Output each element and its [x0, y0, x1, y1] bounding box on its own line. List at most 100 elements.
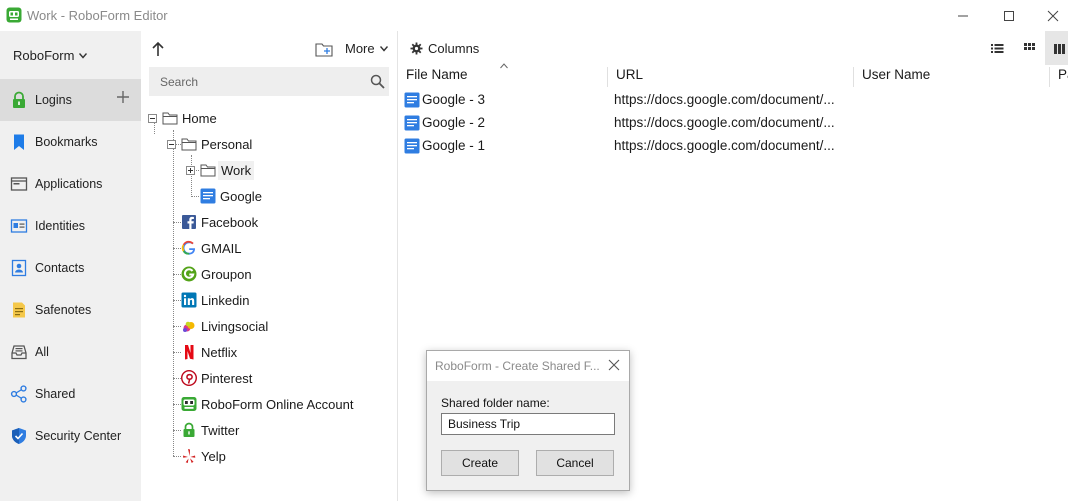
- title-bar: Work - RoboForm Editor: [0, 0, 1068, 31]
- folder-icon: [162, 112, 178, 125]
- identity-card-icon: [10, 219, 28, 233]
- lock-icon: [13, 91, 25, 108]
- tree-line: [173, 378, 181, 379]
- row-url: https://docs.google.com/document/...: [614, 92, 835, 107]
- tree-node-roboform-online-account[interactable]: RoboForm Online Account: [181, 393, 353, 415]
- sidebar-item-all[interactable]: All: [0, 331, 141, 373]
- chevron-down-icon: [79, 52, 88, 59]
- up-arrow-icon[interactable]: [151, 41, 165, 57]
- tree-node-google[interactable]: Google: [200, 185, 262, 207]
- column-header-password[interactable]: Pa: [1049, 67, 1068, 87]
- sidebar-item-applications[interactable]: Applications: [0, 163, 141, 205]
- sidebar-item-label: Safenotes: [35, 303, 92, 317]
- collapse-toggle[interactable]: [167, 140, 176, 149]
- more-label: More: [345, 41, 375, 56]
- note-icon: [13, 302, 25, 318]
- search-icon[interactable]: [370, 74, 385, 89]
- tree-line: [173, 404, 181, 405]
- tree-node-groupon[interactable]: Groupon: [181, 263, 252, 285]
- sidebar-item-safenotes[interactable]: Safenotes: [0, 289, 141, 331]
- sidebar-item-logins[interactable]: Logins: [0, 79, 141, 121]
- window-title: Work - RoboForm Editor: [27, 8, 168, 23]
- dialog-title: RoboForm - Create Shared F...: [435, 359, 600, 373]
- new-folder-icon[interactable]: [315, 41, 333, 57]
- tree-line: [191, 155, 192, 197]
- tree-node-twitter[interactable]: Twitter: [181, 419, 239, 441]
- search-box: [149, 67, 389, 96]
- sidebar-item-bookmarks[interactable]: Bookmarks: [0, 121, 141, 163]
- add-login-icon[interactable]: [116, 90, 130, 104]
- table-row[interactable]: Google - 1 https://docs.google.com/docum…: [398, 135, 858, 158]
- sidebar-item-contacts[interactable]: Contacts: [0, 247, 141, 289]
- tree-line: [173, 130, 174, 456]
- shield-icon: [12, 428, 26, 444]
- create-button[interactable]: Create: [441, 450, 519, 476]
- cancel-button[interactable]: Cancel: [536, 450, 614, 476]
- expand-toggle[interactable]: [186, 166, 195, 175]
- tree-line: [173, 248, 181, 249]
- tree-line: [173, 456, 181, 457]
- sidebar: RoboForm Logins Bookmarks Applications I…: [0, 31, 141, 501]
- columns-button[interactable]: Columns: [410, 41, 479, 56]
- sidebar-item-label: Identities: [35, 219, 86, 233]
- column-header-url[interactable]: URL: [607, 67, 854, 87]
- list-view-icon[interactable]: [988, 39, 1006, 57]
- sidebar-item-label: All: [35, 345, 49, 359]
- lock-icon: [183, 422, 195, 437]
- sidebar-item-label: Applications: [35, 177, 103, 191]
- bookmark-icon: [14, 134, 24, 150]
- sidebar-item-shared[interactable]: Shared: [0, 373, 141, 415]
- tree-node-home[interactable]: Home: [162, 107, 217, 129]
- tree-node-gmail[interactable]: GMAIL: [181, 237, 241, 259]
- livingsocial-icon: [183, 321, 195, 332]
- column-header-user-name[interactable]: User Name: [853, 67, 1049, 87]
- roboform-app-icon: [6, 7, 22, 23]
- table-row[interactable]: Google - 3 https://docs.google.com/docum…: [398, 89, 858, 112]
- folder-tree-pane: More Home Personal Work Google Facebo: [141, 31, 398, 501]
- tree-node-livingsocial[interactable]: Livingsocial: [181, 315, 268, 337]
- tree-node-facebook[interactable]: Facebook: [181, 211, 258, 233]
- share-icon: [10, 385, 27, 403]
- collapse-toggle[interactable]: [148, 114, 157, 123]
- brand-menu-button[interactable]: RoboForm: [13, 48, 88, 63]
- close-window-button[interactable]: [1030, 0, 1068, 31]
- maximize-button[interactable]: [986, 0, 1032, 31]
- tree-line: [173, 300, 181, 301]
- gear-icon: [410, 42, 423, 55]
- column-header-file-name[interactable]: File Name: [398, 67, 607, 87]
- table-row[interactable]: Google - 2 https://docs.google.com/docum…: [398, 112, 858, 135]
- tree-line: [173, 430, 181, 431]
- chevron-down-icon: [379, 45, 388, 52]
- tree-node-yelp[interactable]: Yelp: [181, 445, 226, 467]
- grid-view-icon[interactable]: [1020, 39, 1038, 57]
- sidebar-item-security-center[interactable]: Security Center: [0, 415, 141, 457]
- sidebar-item-label: Contacts: [35, 261, 85, 275]
- tree-line: [191, 196, 199, 197]
- contact-card-icon: [11, 259, 27, 277]
- more-menu-button[interactable]: More: [345, 41, 388, 56]
- shared-folder-name-input[interactable]: [441, 413, 615, 435]
- netflix-icon: [185, 345, 194, 360]
- details-view-button[interactable]: [1045, 31, 1068, 65]
- linkedin-icon: [181, 292, 197, 308]
- pinterest-icon: [181, 370, 197, 386]
- sidebar-item-label: Bookmarks: [35, 135, 98, 149]
- sidebar-item-identities[interactable]: Identities: [0, 205, 141, 247]
- tree-node-work[interactable]: Work: [200, 159, 255, 181]
- create-shared-folder-dialog: RoboForm - Create Shared F... Shared fol…: [426, 350, 630, 491]
- tree-node-linkedin[interactable]: Linkedin: [181, 289, 249, 311]
- groupon-icon: [181, 266, 197, 282]
- folder-icon: [200, 164, 216, 177]
- document-icon: [404, 92, 420, 108]
- tree-node-pinterest[interactable]: Pinterest: [181, 367, 252, 389]
- row-url: https://docs.google.com/document/...: [614, 138, 835, 153]
- tree-line: [154, 123, 155, 134]
- minimize-button[interactable]: [940, 0, 986, 31]
- roboform-icon: [181, 397, 197, 411]
- document-icon: [200, 188, 216, 204]
- tree-node-personal[interactable]: Personal: [181, 133, 252, 155]
- close-icon[interactable]: [607, 358, 621, 372]
- inbox-icon: [11, 345, 27, 360]
- search-input[interactable]: [149, 67, 389, 96]
- tree-node-netflix[interactable]: Netflix: [181, 341, 237, 363]
